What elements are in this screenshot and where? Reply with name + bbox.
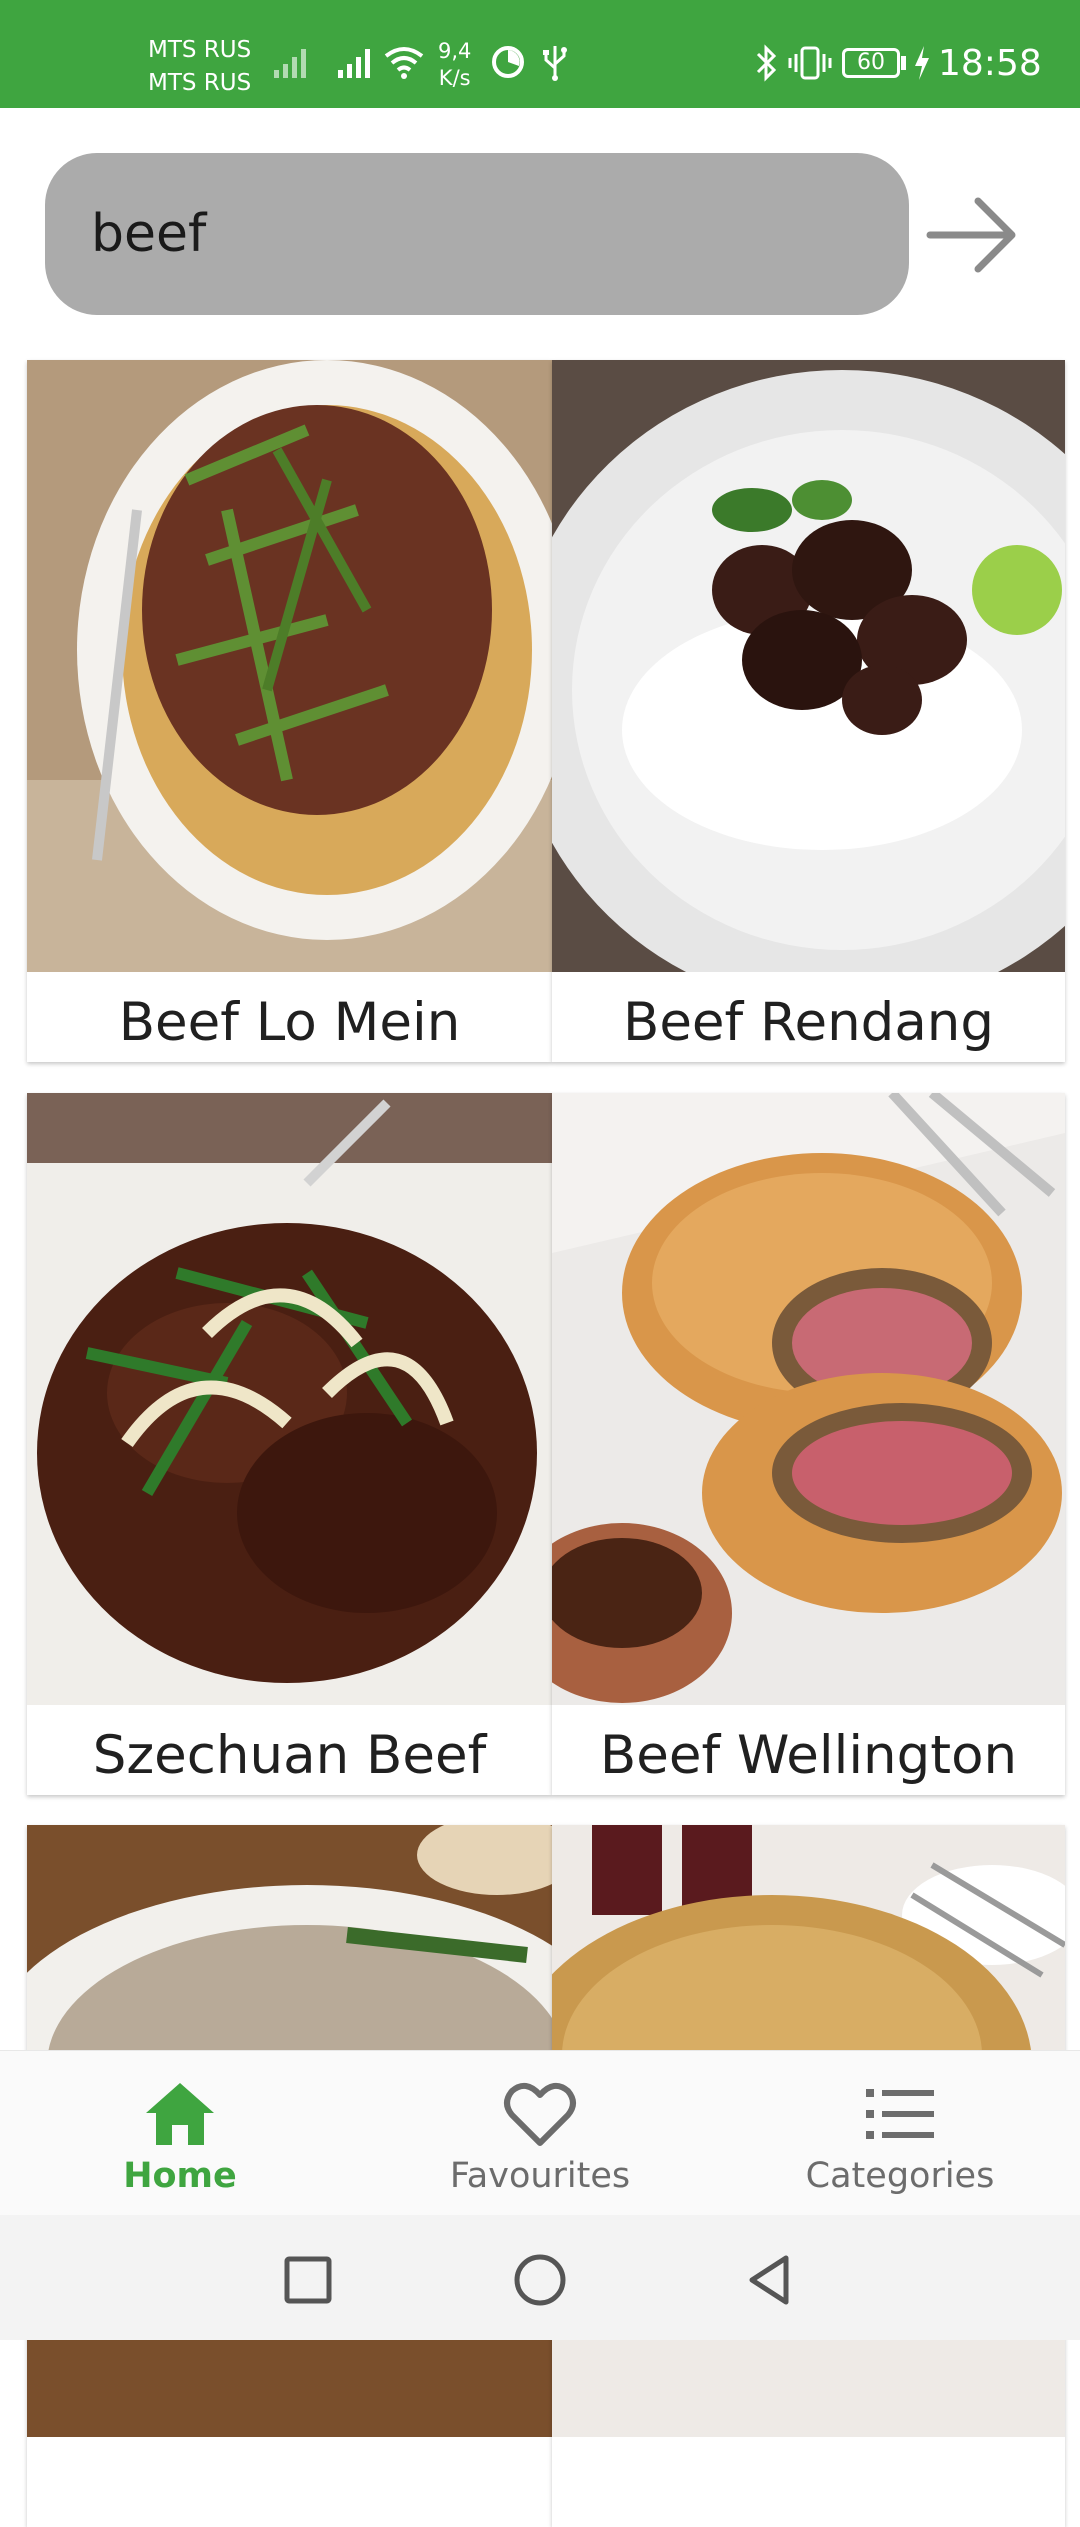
recipe-name: Beef Rendang [622,992,995,1053]
search-submit-button[interactable] [922,185,1022,285]
recipe-card[interactable]: Beef Rendang [552,360,1065,1062]
recipe-card[interactable]: Beef Wellington [552,1093,1065,1795]
recipe-name: Beef Wellington [599,1725,1018,1786]
battery-icon: 60 [842,48,900,78]
home-icon [146,2083,214,2145]
carrier-names: MTS RUS MTS RUS [148,34,251,100]
system-home-button[interactable] [510,2250,570,2310]
nav-favourites[interactable]: Favourites [390,2051,690,2216]
status-bar: MTS RUS MTS RUS 9,4 K/s 60 18:58 [0,0,1080,108]
charging-icon [915,46,929,80]
back-button[interactable] [740,2250,800,2310]
search-input[interactable] [91,153,871,315]
clock: 18:58 [938,43,1042,84]
recipe-name: Szechuan Beef [92,1725,487,1786]
recent-apps-button[interactable] [278,2250,338,2310]
recipe-photo-szechuan [27,1093,552,1705]
data-saver-icon [492,46,524,78]
carrier-2: MTS RUS [148,70,252,96]
vibrate-icon [788,46,832,80]
recipe-card[interactable]: Szechuan Beef [27,1093,552,1795]
nav-categories[interactable]: Categories [750,2051,1050,2216]
speed-value: 9,4 [438,39,472,63]
arrow-right-icon [926,197,1016,273]
nav-label-categories: Categories [805,2156,995,2196]
usb-icon [543,46,567,81]
bluetooth-icon [756,44,777,82]
list-icon [866,2089,934,2139]
wifi-icon [384,47,424,79]
recipe-photo-lo-mein [27,360,552,972]
recipe-photo-wellington [552,1093,1065,1705]
recent-apps-icon [284,2256,332,2304]
recipe-name: Beef Lo Mein [118,992,461,1053]
battery-level: 60 [857,50,885,75]
heart-icon [504,2082,576,2146]
carrier-1: MTS RUS [148,37,252,63]
recipe-name [27,2445,552,2527]
speed-unit: K/s [438,66,471,90]
nav-label-home: Home [123,2156,237,2196]
back-icon [749,2255,789,2305]
nav-label-favourites: Favourites [449,2156,631,2196]
system-navigation-bar [0,2215,1080,2340]
network-speed: 9,4 K/s [438,38,471,92]
recipe-photo-rendang [552,360,1065,972]
bottom-navigation: Home Favourites Categories [0,2050,1080,2216]
recipe-card[interactable]: Beef Lo Mein [27,360,552,1062]
nav-home[interactable]: Home [30,2051,330,2216]
signal-icon [338,49,370,78]
signal-icon [274,49,306,78]
recipe-name [552,2445,1065,2527]
battery-tip [901,56,906,70]
home-circle-icon [514,2254,566,2306]
search-box[interactable] [45,153,909,315]
